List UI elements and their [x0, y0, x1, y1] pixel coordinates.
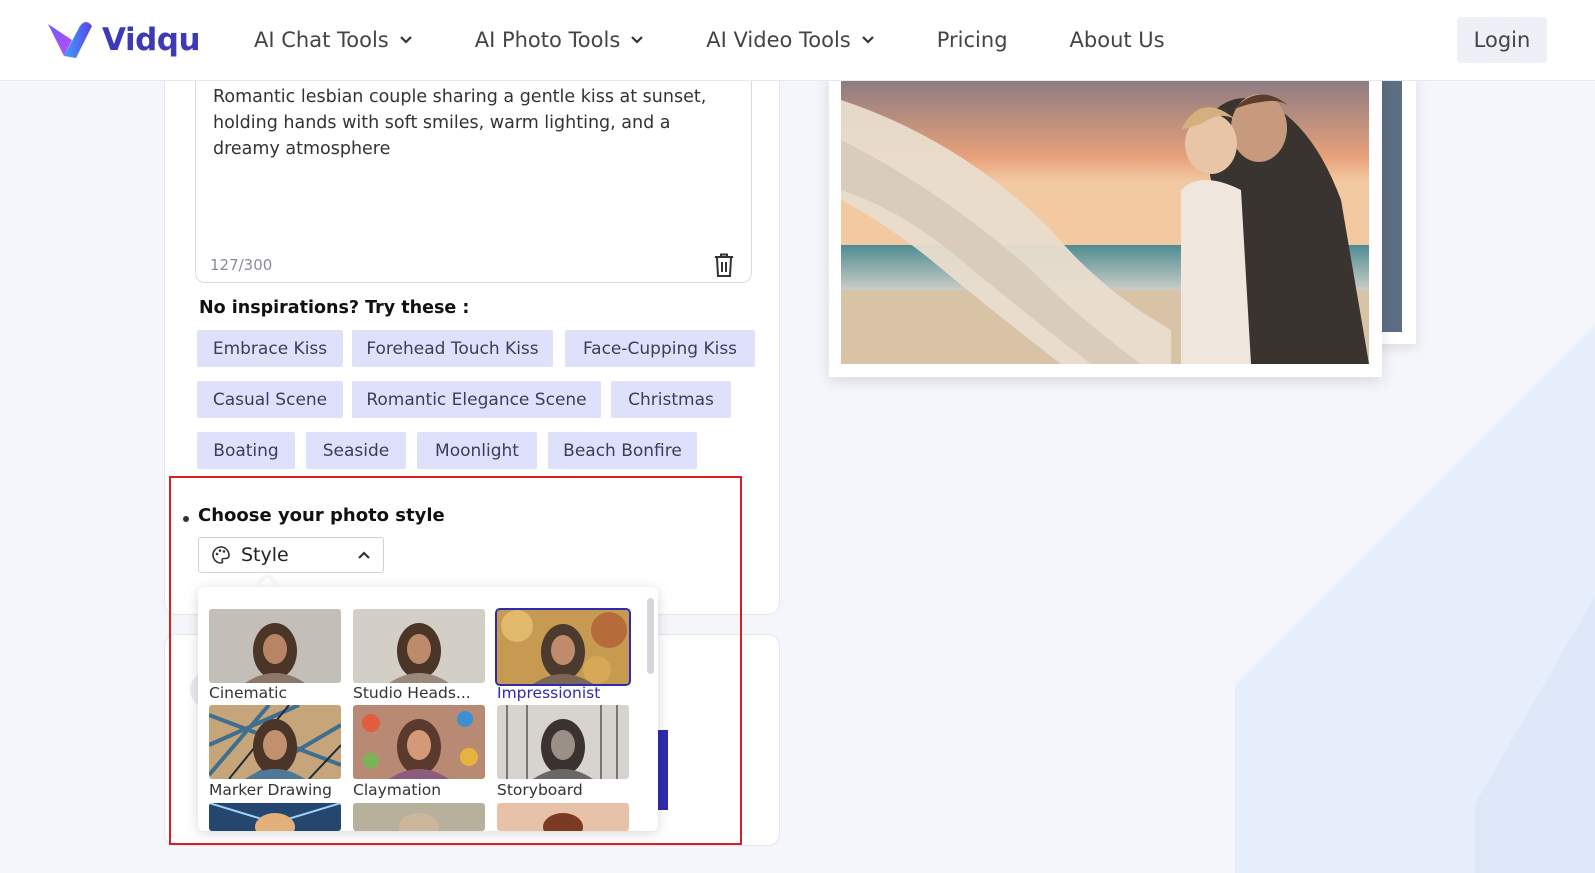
chip-casual-scene[interactable]: Casual Scene [197, 381, 343, 418]
marker-drawing-thumbnail [209, 705, 341, 779]
chip-christmas[interactable]: Christmas [611, 381, 731, 418]
nav-ai-video-tools[interactable]: AI Video Tools [706, 28, 874, 52]
main-nav: AI Chat Tools AI Photo Tools AI Video To… [254, 0, 1227, 80]
style-option-label: Cinematic [209, 684, 287, 702]
style-option-cinematic[interactable] [209, 609, 341, 683]
nav-pricing[interactable]: Pricing [937, 28, 1008, 52]
chevron-down-icon [861, 36, 874, 44]
partial-thumbnail [209, 803, 341, 831]
nav-label: AI Video Tools [706, 28, 851, 52]
style-option-storyboard[interactable] [497, 705, 629, 779]
chip-beach-bonfire[interactable]: Beach Bonfire [548, 432, 697, 469]
palette-icon [212, 546, 230, 564]
inspirations-title: No inspirations? Try these : [199, 298, 470, 318]
nav-label: AI Chat Tools [254, 28, 389, 52]
style-option-partial[interactable] [353, 803, 485, 831]
chip-romantic-elegance-scene[interactable]: Romantic Elegance Scene [352, 381, 601, 418]
chevron-down-icon [399, 36, 412, 44]
style-option-partial[interactable] [209, 803, 341, 831]
style-option-marker-drawing[interactable] [209, 705, 341, 779]
example-photo[interactable] [841, 80, 1369, 364]
nav-label: AI Photo Tools [474, 28, 621, 52]
brand-logo[interactable]: Vidqu [46, 18, 201, 62]
character-counter: 127/300 [210, 256, 273, 274]
nav-label: About Us [1069, 28, 1165, 52]
nav-label: Pricing [936, 28, 1008, 52]
trash-icon[interactable] [712, 252, 736, 278]
background-shape-accent [1475, 573, 1595, 873]
cinematic-thumbnail [209, 609, 341, 683]
claymation-thumbnail [353, 705, 485, 779]
chevron-down-icon [631, 36, 644, 44]
chip-moonlight[interactable]: Moonlight [417, 432, 537, 469]
chip-forehead-touch-kiss[interactable]: Forehead Touch Kiss [352, 330, 553, 367]
chevron-up-icon [358, 551, 370, 559]
bullet [183, 516, 189, 522]
style-option-partial[interactable] [497, 803, 629, 831]
style-option-label: Studio Heads... [353, 684, 471, 702]
studio-headshot-thumbnail [353, 609, 485, 683]
impressionist-thumbnail [497, 610, 629, 684]
couple-kiss-image [841, 80, 1369, 364]
chip-seaside[interactable]: Seaside [306, 432, 406, 469]
partial-thumbnail [353, 803, 485, 831]
site-header: Vidqu AI Chat Tools AI Photo Tools AI Vi… [0, 0, 1595, 81]
style-section-title: Choose your photo style [198, 505, 445, 526]
login-button[interactable]: Login [1457, 17, 1547, 63]
style-option-label: Impressionist [497, 684, 601, 702]
chip-boating[interactable]: Boating [197, 432, 295, 469]
partial-thumbnail [497, 803, 629, 831]
style-dropdown[interactable]: Style [198, 537, 384, 573]
style-option-claymation[interactable] [353, 705, 485, 779]
style-option-label: Storyboard [497, 781, 583, 799]
prompt-text[interactable]: Romantic lesbian couple sharing a gentle… [213, 84, 723, 162]
nav-ai-chat-tools[interactable]: AI Chat Tools [254, 28, 413, 52]
nav-about-us[interactable]: About Us [1070, 28, 1165, 52]
style-option-label: Claymation [353, 781, 442, 799]
style-option-impressionist[interactable] [495, 608, 631, 686]
style-option-label: Marker Drawing [209, 781, 332, 799]
nav-ai-photo-tools[interactable]: AI Photo Tools [475, 28, 645, 52]
style-dropdown-label: Style [241, 544, 289, 566]
style-option-studio-headshot[interactable] [353, 609, 485, 683]
storyboard-thumbnail [497, 705, 629, 779]
chip-face-cupping-kiss[interactable]: Face-Cupping Kiss [565, 330, 755, 367]
dropdown-scrollbar[interactable] [647, 598, 654, 674]
logo-mark-icon [48, 22, 92, 58]
brand-name: Vidqu [102, 22, 201, 58]
chip-embrace-kiss[interactable]: Embrace Kiss [197, 330, 343, 367]
